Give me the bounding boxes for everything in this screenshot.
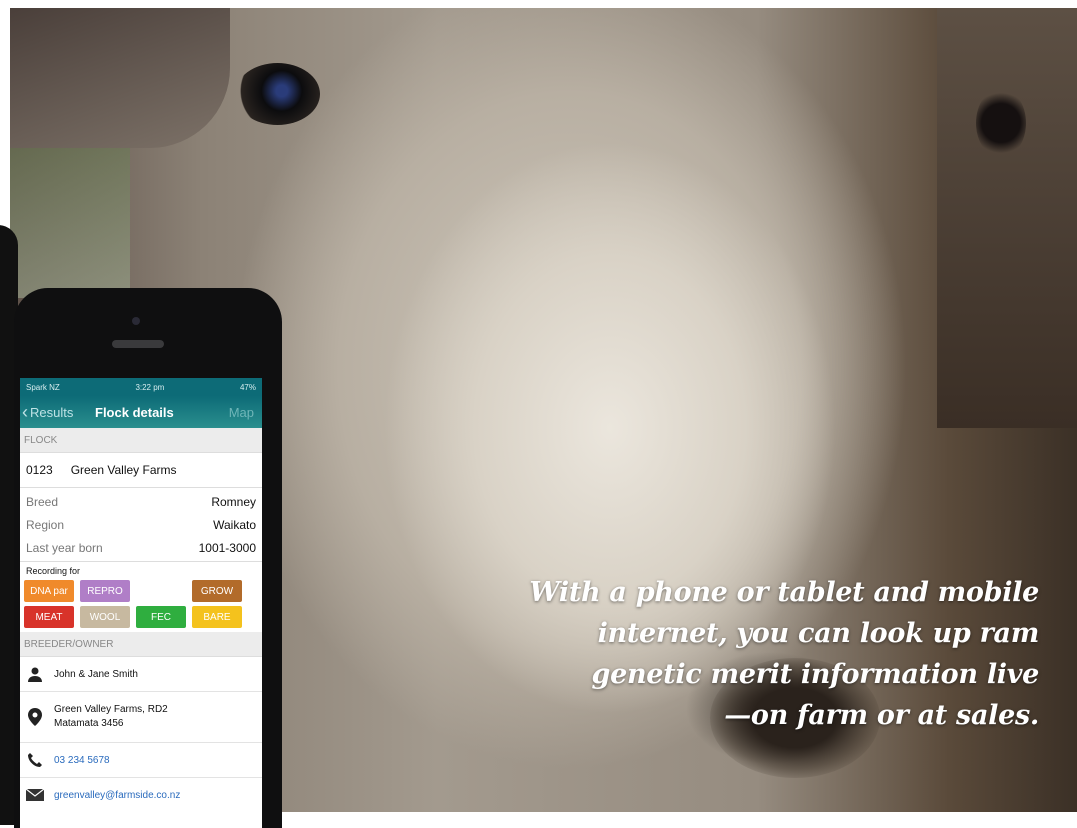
flock-name: Green Valley Farms	[70, 463, 177, 477]
tag-empty	[136, 580, 186, 602]
phone-number[interactable]: 03 234 5678	[54, 755, 110, 766]
detail-row-breed: Breed Romney	[20, 490, 262, 513]
caption-line-1: With a phone or tablet and mobile	[529, 577, 1039, 608]
tag-meat[interactable]: MEAT	[24, 606, 74, 628]
section-header-flock: FLOCK	[20, 428, 262, 453]
carrier-label: Spark NZ	[26, 382, 60, 392]
recording-label: Recording for	[26, 566, 81, 576]
detail-key: Region	[26, 517, 65, 532]
detail-row-region: Region Waikato	[20, 513, 262, 536]
detail-row-last-year-born: Last year born 1001-3000	[20, 536, 262, 559]
caption-line-2: internet, you can look up ram	[597, 618, 1040, 649]
owner-row[interactable]: John & Jane Smith	[20, 657, 262, 692]
tag-repro[interactable]: REPRO	[80, 580, 130, 602]
status-time: 3:22 pm	[135, 382, 165, 392]
nav-title: Flock details	[95, 404, 174, 420]
nav-bar: ‹ Results Flock details Map	[20, 396, 262, 428]
address-text: Green Valley Farms, RD2 Matamata 3456	[54, 703, 168, 731]
owner-name: John & Jane Smith	[54, 668, 138, 680]
back-label: Results	[30, 404, 74, 420]
mail-icon	[26, 786, 44, 804]
caption-text: With a phone or tablet and mobile intern…	[479, 572, 1039, 736]
person-icon	[26, 665, 44, 683]
section-header-owner: BREEDER/OWNER	[20, 632, 262, 657]
background-grass	[10, 148, 130, 298]
caption-line-3: genetic merit information live	[591, 659, 1040, 690]
phone-row[interactable]: 03 234 5678	[20, 743, 262, 778]
address-row[interactable]: Green Valley Farms, RD2 Matamata 3456	[20, 692, 262, 743]
tag-grow[interactable]: GROW	[192, 580, 242, 602]
address-line-2: Matamata 3456	[54, 718, 124, 729]
flock-row[interactable]: 0123 Green Valley Farms	[20, 453, 262, 488]
back-button[interactable]: ‹ Results	[22, 403, 73, 421]
chevron-left-icon: ‹	[22, 402, 28, 422]
front-camera	[132, 317, 140, 325]
detail-key: Breed	[26, 494, 59, 509]
sheep-eye-right	[976, 88, 1026, 158]
flock-details-list: Breed Romney Region Waikato Last year bo…	[20, 488, 262, 562]
map-button[interactable]: Map	[229, 405, 254, 420]
tag-wool[interactable]: WOOL	[80, 606, 130, 628]
tag-dna[interactable]: DNA par	[24, 580, 74, 602]
detail-key: Last year born	[26, 540, 103, 555]
email-row[interactable]: greenvalley@farmside.co.nz	[20, 778, 262, 812]
flock-id: 0123	[26, 463, 53, 477]
recording-tags: DNA par REPRO GROW MEAT WOOL FEC BARE	[20, 578, 262, 632]
battery-level: 47%	[239, 382, 256, 392]
caption-line-4: —on farm or at sales.	[724, 700, 1039, 731]
location-pin-icon	[26, 708, 44, 726]
phone-screen: Spark NZ 3:22 pm 47% ‹ Results Flock det…	[20, 378, 262, 828]
phone-icon	[26, 751, 44, 769]
tag-fec[interactable]: FEC	[136, 606, 186, 628]
detail-value: Romney	[211, 494, 256, 509]
smartphone: Spark NZ 3:22 pm 47% ‹ Results Flock det…	[14, 288, 282, 828]
tag-bare[interactable]: BARE	[192, 606, 242, 628]
email-address[interactable]: greenvalley@farmside.co.nz	[54, 790, 180, 801]
detail-value: Waikato	[213, 517, 256, 532]
status-bar: Spark NZ 3:22 pm 47%	[20, 378, 262, 396]
sheep-background-right	[937, 8, 1077, 428]
sheep-ear-left	[10, 8, 230, 148]
sheep-eye-left	[235, 63, 320, 125]
address-line-1: Green Valley Farms, RD2	[54, 704, 168, 715]
earpiece-speaker	[112, 340, 164, 348]
detail-value: 1001-3000	[198, 540, 256, 555]
